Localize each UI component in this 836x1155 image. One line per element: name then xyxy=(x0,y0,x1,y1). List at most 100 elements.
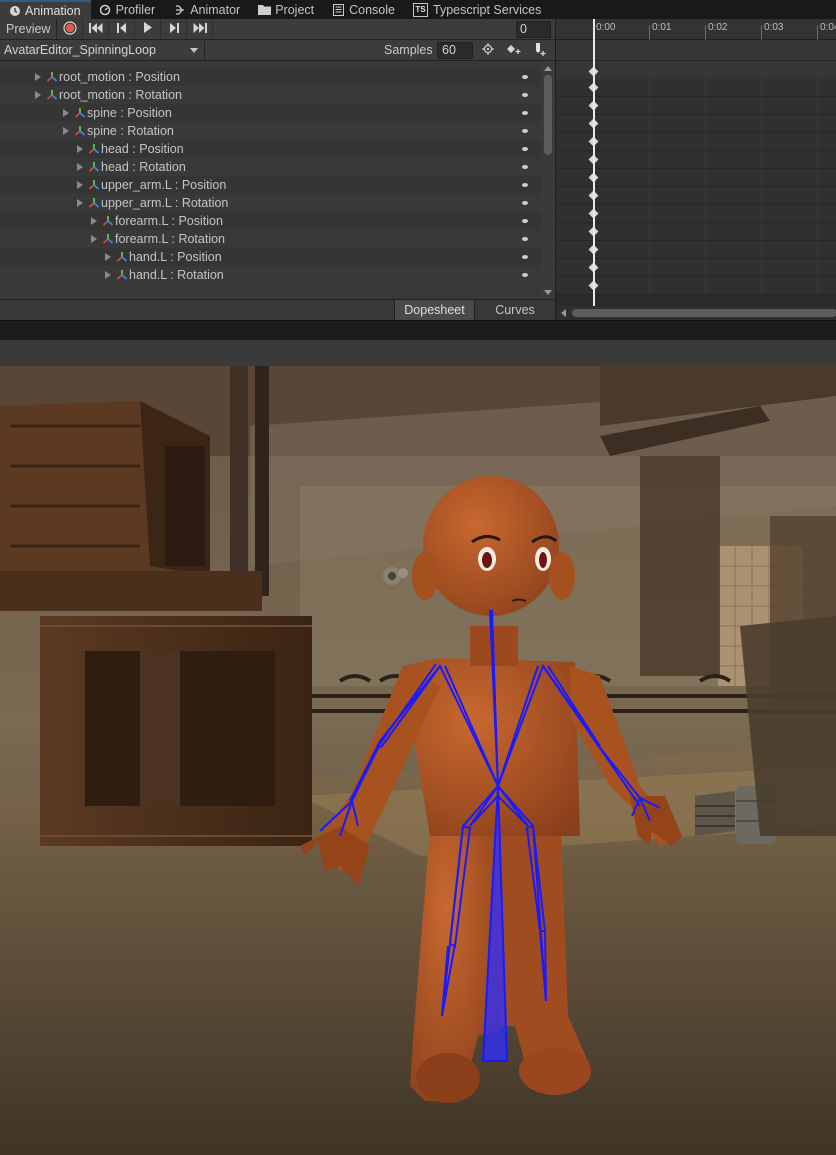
clip-selector-dropdown[interactable]: AvatarEditor_SpinningLoop xyxy=(0,41,205,60)
tab-typescript-services[interactable]: TS Typescript Services xyxy=(405,0,551,19)
property-row[interactable]: forearm.L : Position xyxy=(0,212,541,230)
ruler-tick-label: 0:02 xyxy=(708,22,728,33)
property-options-icon[interactable] xyxy=(522,183,528,187)
timeline-scrollbar-thumb[interactable] xyxy=(572,309,836,317)
foldout-arrow-icon[interactable] xyxy=(105,253,111,261)
property-row[interactable]: root_motion : Rotation xyxy=(0,86,541,104)
snap-button[interactable] xyxy=(476,41,500,60)
transform-icon xyxy=(46,90,58,100)
clock-icon xyxy=(8,4,21,17)
time-ruler[interactable]: 0:00 0:01 0:02 0:03 0:04 xyxy=(556,19,836,40)
tab-project[interactable]: Project xyxy=(250,0,324,19)
timeline-gridline xyxy=(705,277,706,294)
timeline-gridline xyxy=(761,241,762,258)
keyframe-row[interactable] xyxy=(556,40,836,61)
current-frame-field[interactable]: 0 xyxy=(516,21,551,38)
foldout-arrow-icon[interactable] xyxy=(77,181,83,189)
previous-keyframe-button[interactable] xyxy=(109,18,135,40)
timeline-scrollbar[interactable] xyxy=(556,306,836,320)
timeline-gridline xyxy=(649,133,650,150)
preview-button[interactable]: Preview xyxy=(0,18,57,40)
timeline-gridline xyxy=(761,133,762,150)
property-options-icon[interactable] xyxy=(522,165,528,169)
foldout-arrow-icon[interactable] xyxy=(91,217,97,225)
transform-icon xyxy=(74,126,86,136)
scroll-left-arrow-icon[interactable] xyxy=(561,309,566,317)
property-row[interactable]: forearm.L : Rotation xyxy=(0,230,541,248)
curves-label: Curves xyxy=(495,303,535,317)
property-options-icon[interactable] xyxy=(522,255,528,259)
first-keyframe-button[interactable] xyxy=(83,18,109,40)
property-row[interactable]: spine : Rotation xyxy=(0,122,541,140)
curves-tab[interactable]: Curves xyxy=(474,300,555,320)
foldout-arrow-icon[interactable] xyxy=(77,145,83,153)
foldout-arrow-icon[interactable] xyxy=(63,127,69,135)
scene-view[interactable] xyxy=(0,366,836,1155)
property-row[interactable]: upper_arm.L : Rotation xyxy=(0,194,541,212)
property-options-icon[interactable] xyxy=(522,147,528,151)
timeline-gridline xyxy=(817,259,818,276)
keyframe-row[interactable] xyxy=(556,97,836,115)
transform-icon xyxy=(88,144,100,154)
playhead[interactable] xyxy=(593,19,595,306)
tab-profiler[interactable]: Profiler xyxy=(91,0,166,19)
keyframe-row[interactable] xyxy=(556,187,836,205)
next-keyframe-button[interactable] xyxy=(161,18,187,40)
property-row[interactable]: hand.L : Position xyxy=(0,248,541,266)
keyframe-row[interactable] xyxy=(556,169,836,187)
tab-animation[interactable]: Animation xyxy=(0,0,91,19)
property-row[interactable]: head : Position xyxy=(0,140,541,158)
timeline-gridline xyxy=(705,187,706,204)
foldout-arrow-icon[interactable] xyxy=(63,109,69,117)
foldout-arrow-icon[interactable] xyxy=(35,73,41,81)
clip-bar: AvatarEditor_SpinningLoop Samples 60 xyxy=(0,40,555,61)
add-keyframe-icon xyxy=(506,43,522,58)
last-keyframe-button[interactable] xyxy=(187,18,213,40)
foldout-arrow-icon[interactable] xyxy=(105,271,111,279)
property-options-icon[interactable] xyxy=(522,273,528,277)
tab-profiler-label: Profiler xyxy=(115,2,156,17)
keyframe-row[interactable] xyxy=(556,79,836,97)
animation-window: Preview 0 AvatarEditor_SpinningLoop Samp… xyxy=(0,18,836,320)
scrollbar-thumb[interactable] xyxy=(544,75,552,155)
scroll-down-arrow-icon[interactable] xyxy=(544,290,552,295)
property-options-icon[interactable] xyxy=(522,111,528,115)
foldout-arrow-icon[interactable] xyxy=(77,199,83,207)
play-button[interactable] xyxy=(135,18,161,40)
record-button[interactable] xyxy=(57,18,83,40)
keyframe-row[interactable] xyxy=(556,223,836,241)
property-options-icon[interactable] xyxy=(522,129,528,133)
keyframe-row[interactable] xyxy=(556,115,836,133)
scroll-up-arrow-icon[interactable] xyxy=(544,66,552,71)
editor-tab-bar: Animation Profiler Animator Project Cons… xyxy=(0,0,836,19)
property-options-icon[interactable] xyxy=(522,201,528,205)
keyframe-row[interactable] xyxy=(556,259,836,277)
samples-field[interactable]: 60 xyxy=(437,42,473,59)
tab-animator[interactable]: Animator xyxy=(165,0,250,19)
property-list-scrollbar[interactable] xyxy=(541,61,555,299)
property-options-icon[interactable] xyxy=(522,237,528,241)
keyframe-row[interactable] xyxy=(556,151,836,169)
property-row[interactable]: upper_arm.L : Position xyxy=(0,176,541,194)
keyframe-row[interactable] xyxy=(556,205,836,223)
add-keyframe-button[interactable] xyxy=(502,41,526,60)
add-event-button[interactable] xyxy=(528,41,552,60)
property-row[interactable]: hand.L : Rotation xyxy=(0,266,541,284)
foldout-arrow-icon[interactable] xyxy=(35,91,41,99)
property-row[interactable]: spine : Position xyxy=(0,104,541,122)
tab-console[interactable]: Console xyxy=(324,0,405,19)
foldout-arrow-icon[interactable] xyxy=(91,235,97,243)
timeline-gridline xyxy=(761,40,762,60)
property-options-icon[interactable] xyxy=(522,93,528,97)
dopesheet-tab[interactable]: Dopesheet xyxy=(394,300,474,320)
keyframe-row[interactable] xyxy=(556,133,836,151)
current-frame-value: 0 xyxy=(520,22,527,36)
keyframe-row[interactable] xyxy=(556,277,836,295)
property-options-icon[interactable] xyxy=(522,219,528,223)
property-row[interactable]: root_motion : Position xyxy=(0,68,541,86)
dopesheet-timeline[interactable]: 0:00 0:01 0:02 0:03 0:04 xyxy=(555,19,836,320)
keyframe-row[interactable] xyxy=(556,241,836,259)
property-options-icon[interactable] xyxy=(522,75,528,79)
foldout-arrow-icon[interactable] xyxy=(77,163,83,171)
property-row[interactable]: head : Rotation xyxy=(0,158,541,176)
